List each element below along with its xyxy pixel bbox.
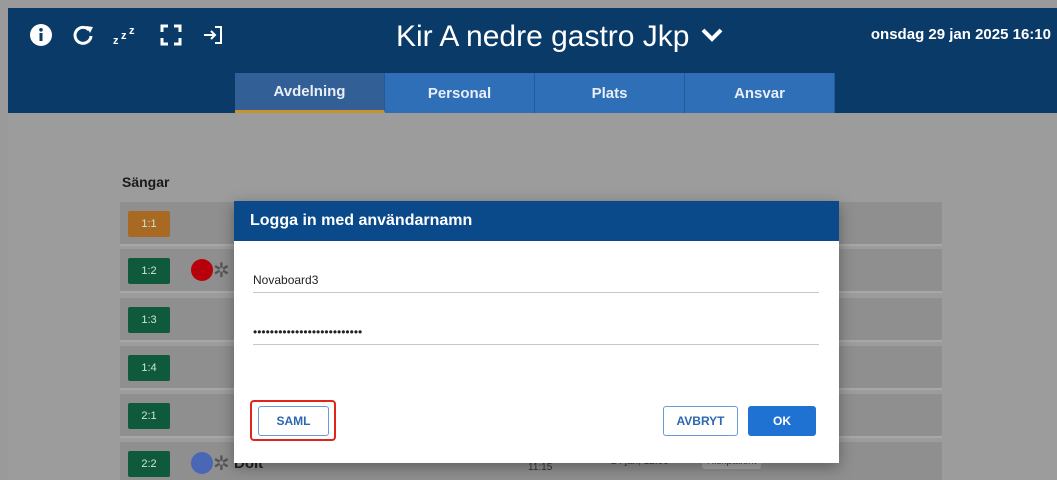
page-title: Kir A nedre gastro Jkp: [396, 20, 690, 53]
info-icon[interactable]: [28, 22, 54, 48]
fullscreen-icon[interactable]: [158, 22, 184, 48]
sleep-icon[interactable]: zzz: [112, 22, 142, 48]
tab-ansvar[interactable]: Ansvar: [685, 73, 835, 113]
dialog-title: Logga in med användarnamn: [234, 201, 839, 241]
tab-personal[interactable]: Personal: [385, 73, 535, 113]
bed-badge[interactable]: 1:2: [128, 258, 170, 284]
tab-plats[interactable]: Plats: [535, 73, 685, 113]
gear-icon: ✲: [213, 453, 230, 475]
gear-icon: ✲: [213, 260, 230, 282]
header-toolbar: zzz: [28, 22, 226, 48]
password-field[interactable]: ••••••••••••••••••••••••••: [253, 315, 819, 345]
bed-badge[interactable]: 1:4: [128, 355, 170, 381]
ok-button[interactable]: OK: [748, 406, 816, 436]
chevron-down-icon: [700, 26, 724, 49]
login-icon[interactable]: [200, 22, 226, 48]
refresh-icon[interactable]: [70, 22, 96, 48]
current-datetime: onsdag 29 jan 2025 16:10: [870, 26, 1051, 43]
status-dot: [191, 259, 213, 281]
ward-selector[interactable]: Kir A nedre gastro Jkp: [396, 20, 724, 54]
status-dot: [191, 452, 213, 474]
login-dialog: Logga in med användarnamn Novaboard3 •••…: [234, 201, 839, 463]
bed-badge[interactable]: 2:1: [128, 403, 170, 429]
bed-badge[interactable]: 2:2: [128, 451, 170, 477]
username-field[interactable]: Novaboard3: [253, 263, 819, 293]
main-tabs: Avdelning Personal Plats Ansvar: [235, 73, 835, 113]
svg-text:z: z: [113, 35, 119, 47]
svg-text:z: z: [129, 25, 135, 37]
section-heading: Sängar: [122, 174, 170, 190]
svg-text:z: z: [121, 30, 127, 42]
tab-avdelning[interactable]: Avdelning: [235, 73, 385, 113]
app-header: zzz Kir A nedre gastro Jkp onsdag 29 jan…: [8, 8, 1057, 73]
cancel-button[interactable]: AVBRYT: [663, 406, 738, 436]
saml-button[interactable]: SAML: [258, 406, 329, 436]
bed-badge[interactable]: 1:3: [128, 307, 170, 333]
bed-badge[interactable]: 1:1: [128, 211, 170, 237]
